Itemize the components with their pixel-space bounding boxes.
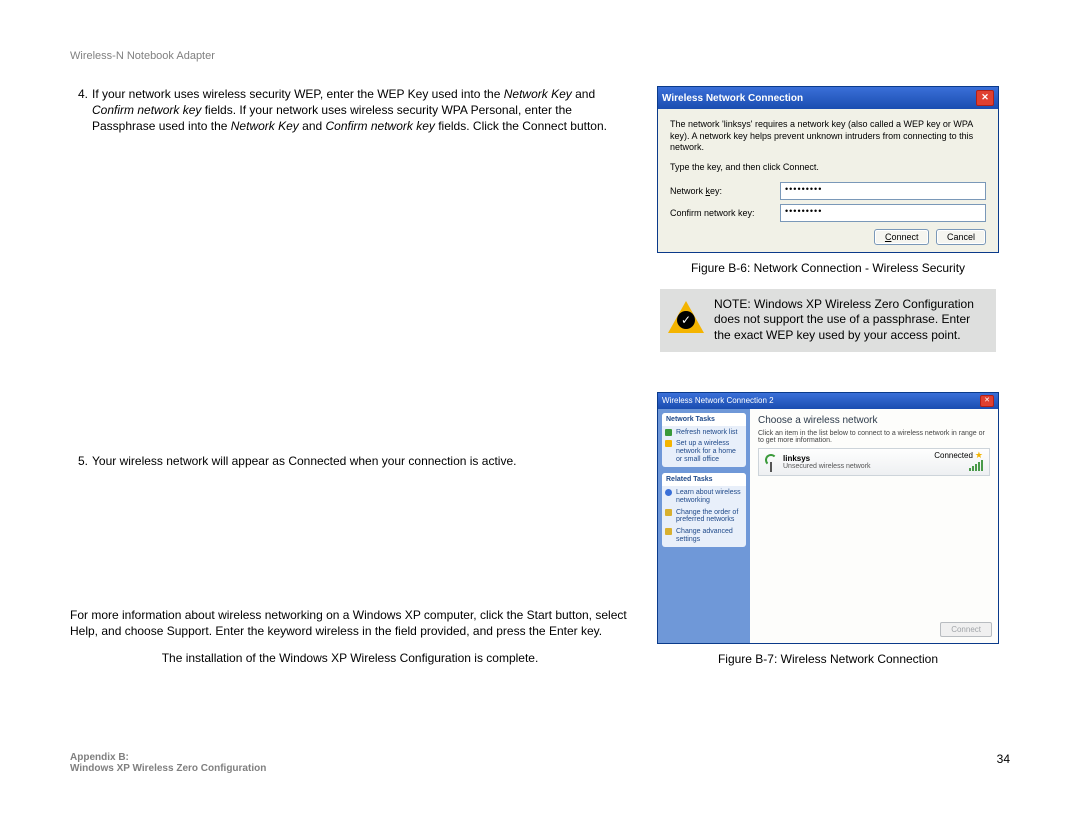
step-body: If your network uses wireless security W… <box>92 86 630 135</box>
network-tasks-group: Network Tasks Refresh network list Set u… <box>662 413 746 468</box>
header-product: Wireless-N Notebook Adapter <box>70 50 1010 62</box>
step-4: 4. If your network uses wireless securit… <box>70 86 630 135</box>
related-tasks-group: Related Tasks Learn about wireless netwo… <box>662 473 746 547</box>
network-name: linksys <box>783 454 928 463</box>
cancel-button[interactable]: Cancel <box>936 229 986 245</box>
group-header: Network Tasks <box>662 413 746 426</box>
step-5: 5. Your wireless network will appear as … <box>70 453 630 469</box>
t: and <box>575 87 595 101</box>
connect-button[interactable]: Connect <box>874 229 930 245</box>
t: and <box>302 119 325 133</box>
appendix-label: Appendix B: <box>70 752 266 763</box>
dialog-description: The network 'linksys' requires a network… <box>670 119 986 154</box>
network-security: Unsecured wireless network <box>783 463 928 470</box>
dialog-wireless-list: Wireless Network Connection 2 ✕ Network … <box>657 392 999 644</box>
step-number: 5. <box>70 453 88 469</box>
status-label: Connected <box>934 451 973 460</box>
dialog-instruction: Type the key, and then click Connect. <box>670 162 986 174</box>
titlebar: Wireless Network Connection 2 ✕ <box>658 393 998 409</box>
completion-text: The installation of the Windows XP Wirel… <box>70 651 630 665</box>
t: Network Key <box>231 119 299 133</box>
t: Confirm network key <box>92 103 201 117</box>
t: Network Key <box>504 87 572 101</box>
change-order-link[interactable]: Change the order of preferred networks <box>662 506 746 525</box>
confirm-key-label: Confirm network key: <box>670 208 780 218</box>
refresh-network-link[interactable]: Refresh network list <box>662 426 746 438</box>
main-panel: Choose a wireless network Click an item … <box>750 409 998 643</box>
step-body: Your wireless network will appear as Con… <box>92 453 516 469</box>
title-text: Wireless Network Connection <box>662 93 803 104</box>
footer: Appendix B: Windows XP Wireless Zero Con… <box>70 752 1010 774</box>
setup-network-link[interactable]: Set up a wireless network for a home or … <box>662 437 746 464</box>
text-column: 4. If your network uses wireless securit… <box>70 86 630 680</box>
titlebar: Wireless Network Connection ✕ <box>658 87 998 109</box>
t: Confirm network key <box>326 119 435 133</box>
advanced-settings-link[interactable]: Change advanced settings <box>662 525 746 544</box>
learn-link[interactable]: Learn about wireless networking <box>662 486 746 505</box>
network-item[interactable]: linksys Unsecured wireless network Conne… <box>758 448 990 476</box>
close-icon[interactable]: ✕ <box>976 90 994 106</box>
page-number: 34 <box>997 752 1010 774</box>
note-text: NOTE: Windows XP Wireless Zero Configura… <box>714 297 986 344</box>
close-icon[interactable]: ✕ <box>980 395 994 407</box>
figure-caption-b7: Figure B-7: Wireless Network Connection <box>718 652 938 666</box>
figure-column: Wireless Network Connection ✕ The networ… <box>646 86 1010 680</box>
dialog-wireless-security: Wireless Network Connection ✕ The networ… <box>657 86 999 253</box>
info-paragraph: For more information about wireless netw… <box>70 607 630 639</box>
sidebar: Network Tasks Refresh network list Set u… <box>658 409 750 643</box>
network-key-input[interactable]: ••••••••• <box>780 182 986 200</box>
main-heading: Choose a wireless network <box>758 415 990 426</box>
note-box: NOTE: Windows XP Wireless Zero Configura… <box>660 289 996 352</box>
main-sub: Click an item in the list below to conne… <box>758 430 990 444</box>
connect-button-disabled: Connect <box>940 622 992 637</box>
t: If your network uses wireless security W… <box>92 87 504 101</box>
confirm-key-input[interactable]: ••••••••• <box>780 204 986 222</box>
section-title: Windows XP Wireless Zero Configuration <box>70 763 266 774</box>
antenna-icon <box>765 452 777 472</box>
signal-bars-icon <box>969 461 983 471</box>
group-header: Related Tasks <box>662 473 746 486</box>
t: fields. Click the Connect button. <box>438 119 607 133</box>
step-number: 4. <box>70 86 88 135</box>
figure-caption-b6: Figure B-6: Network Connection - Wireles… <box>691 261 965 275</box>
title-text: Wireless Network Connection 2 <box>662 396 774 405</box>
network-key-label: Network key: <box>670 186 780 196</box>
warning-icon <box>668 301 704 333</box>
